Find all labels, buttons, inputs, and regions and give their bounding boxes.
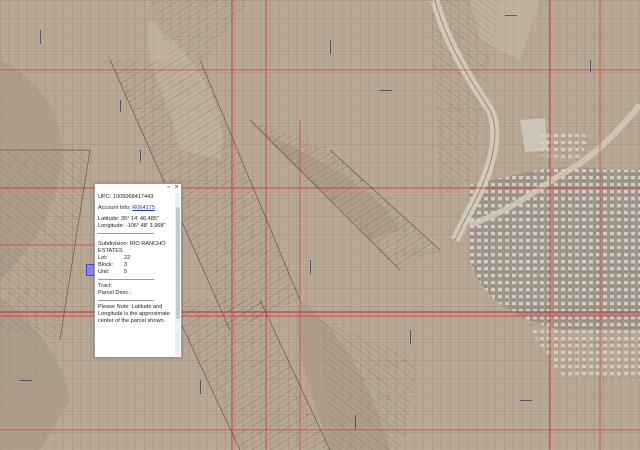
divider bbox=[98, 233, 154, 234]
scrollbar-thumb[interactable] bbox=[175, 207, 180, 319]
divider bbox=[98, 279, 154, 280]
account-link[interactable]: R064175 bbox=[132, 205, 155, 211]
unit-value: 5 bbox=[124, 269, 128, 275]
lot-label: Lot: bbox=[98, 255, 108, 261]
minimize-icon[interactable]: ▫ bbox=[165, 184, 172, 191]
latitude-row: Latitude: 35° 14' 46.485" bbox=[98, 216, 172, 223]
account-row: Account Info: R064175 bbox=[98, 205, 172, 212]
unit-label: Unit: bbox=[98, 269, 110, 275]
popup-content: UPC: 1005068417443 Account Info: R064175… bbox=[98, 194, 172, 352]
upc-value: 1005068417443 bbox=[112, 194, 154, 200]
parcel-desc-row: Parcel Desc.: bbox=[98, 290, 172, 297]
longitude-row: Longitude: -106° 48' 3.968" bbox=[98, 223, 172, 230]
tract-row: Tract: bbox=[98, 283, 172, 290]
block-row: Block: 3 bbox=[98, 262, 172, 269]
block-value: 3 bbox=[124, 262, 128, 268]
close-icon[interactable]: × bbox=[173, 184, 180, 191]
subdivision-label: Subdivision: bbox=[98, 241, 129, 247]
subdivision-row: Subdivision: RIO RANCHO ESTATES bbox=[98, 241, 172, 255]
lot-row: Lot: 22 bbox=[98, 255, 172, 262]
account-label: Account Info: bbox=[98, 205, 131, 211]
longitude-label: Longitude: bbox=[98, 223, 125, 229]
lot-value: 22 bbox=[124, 255, 131, 261]
popup-scrollbar[interactable] bbox=[175, 193, 180, 355]
parcel-info-popup: ▫ × UPC: 1005068417443 Account Info: R06… bbox=[94, 183, 182, 358]
popup-header: ▫ × bbox=[95, 184, 181, 192]
latitude-value: 35° 14' 46.485" bbox=[121, 216, 159, 222]
block-label: Block: bbox=[98, 262, 114, 268]
upc-row: UPC: 1005068417443 bbox=[98, 194, 172, 201]
longitude-value: -106° 48' 3.968" bbox=[125, 223, 166, 229]
tract-label: Tract: bbox=[98, 283, 113, 289]
parcel-desc-label: Parcel Desc.: bbox=[98, 290, 132, 296]
latitude-label: Latitude: bbox=[98, 216, 120, 222]
upc-label: UPC: bbox=[98, 194, 112, 200]
coordinates-note: Please Note: Latitude and Longitude is t… bbox=[98, 304, 170, 324]
divider bbox=[98, 300, 154, 301]
unit-row: Unit: 5 bbox=[98, 269, 172, 276]
